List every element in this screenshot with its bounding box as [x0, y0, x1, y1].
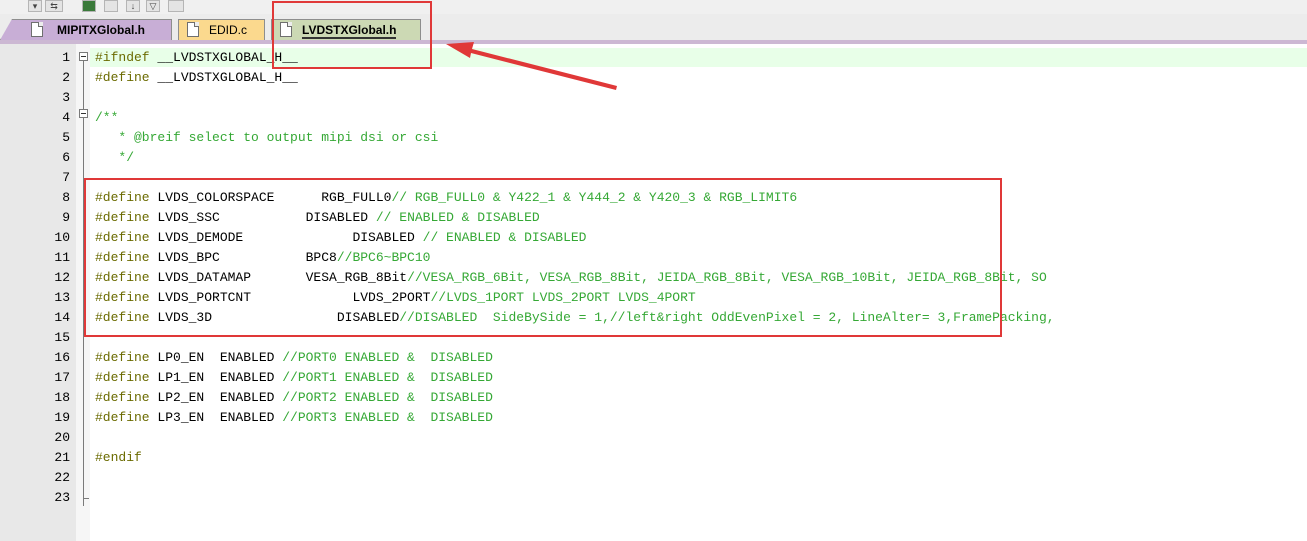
code-line[interactable]: 3 [0, 88, 1307, 107]
line-number: 16 [54, 350, 70, 365]
line-number: 21 [54, 450, 70, 465]
fold-guide [83, 118, 84, 158]
line-number: 8 [62, 190, 70, 205]
line-number: 5 [62, 130, 70, 145]
code-comment: //PORT2 ENABLED & DISABLED [282, 390, 493, 405]
code-comment: //PORT1 ENABLED & DISABLED [282, 370, 493, 385]
code-comment: //PORT0 ENABLED & DISABLED [282, 350, 493, 365]
code-token: LP1_EN ENABLED [149, 370, 283, 385]
tab-label: EDID.c [209, 23, 248, 37]
code-token: __LVDSTXGLOBAL_H__ [149, 70, 298, 85]
code-token: LP0_EN ENABLED [149, 350, 283, 365]
code-line[interactable]: 22 [0, 468, 1307, 487]
image-icon[interactable] [168, 0, 184, 12]
line-number: 2 [62, 70, 70, 85]
line-number: 4 [62, 110, 70, 125]
fold-end-mark [83, 498, 89, 499]
code-line[interactable]: 18 #define LP2_EN ENABLED //PORT2 ENABLED… [0, 388, 1307, 407]
line-number: 7 [62, 170, 70, 185]
code-directive: #define [95, 370, 150, 385]
code-line[interactable]: 17 #define LP1_EN ENABLED //PORT1 ENABLED… [0, 368, 1307, 387]
tab-highlight-box [272, 1, 432, 69]
window-icon[interactable] [104, 0, 118, 12]
line-number: 3 [62, 90, 70, 105]
line-number: 6 [62, 150, 70, 165]
line-number: 1 [62, 50, 70, 65]
dropdown-icon[interactable]: ▾ [28, 0, 42, 12]
document-icon [187, 22, 199, 37]
code-directive: #define [95, 350, 150, 365]
document-icon [31, 22, 43, 37]
code-line[interactable]: 23 [0, 488, 1307, 507]
code-text: #define LP1_EN ENABLED //PORT1 ENABLED &… [95, 368, 493, 387]
color-block-icon[interactable] [82, 0, 96, 12]
tab-edid-c[interactable]: EDID.c [178, 19, 265, 40]
line-number: 11 [54, 250, 70, 265]
line-number: 15 [54, 330, 70, 345]
code-line[interactable]: 20 [0, 428, 1307, 447]
code-text: #define LP3_EN ENABLED //PORT3 ENABLED &… [95, 408, 493, 427]
code-line[interactable]: 2 #define __LVDSTXGLOBAL_H__ [0, 68, 1307, 87]
code-highlight-box [84, 178, 1002, 337]
code-line[interactable]: 5 * @breif select to output mipi dsi or … [0, 128, 1307, 147]
code-comment: * @breif select to output mipi dsi or cs… [95, 130, 439, 145]
tab-label: MIPITXGlobal.h [57, 23, 146, 37]
code-text: #define LP2_EN ENABLED //PORT2 ENABLED &… [95, 388, 493, 407]
code-text: /** [95, 108, 118, 127]
code-line[interactable]: 4 /** [0, 108, 1307, 127]
tab-bar: MIPITXGlobal.h EDID.c LVDSTXGlobal.h [0, 14, 1307, 44]
code-directive: #ifndef [95, 50, 150, 65]
line-number: 19 [54, 410, 70, 425]
line-number: 17 [54, 370, 70, 385]
code-comment: //PORT3 ENABLED & DISABLED [282, 410, 493, 425]
filter-icon[interactable]: ▽ [146, 0, 160, 12]
code-directive: #endif [95, 450, 142, 465]
code-token: LP3_EN ENABLED [149, 410, 283, 425]
toolbar: ▾ ⇆ ↓ ▽ [0, 0, 1307, 15]
code-comment: /** [95, 110, 119, 125]
line-number: 14 [54, 310, 70, 325]
line-number: 22 [54, 470, 70, 485]
code-text: #define LP0_EN ENABLED //PORT0 ENABLED &… [95, 348, 493, 367]
code-token: LP2_EN ENABLED [149, 390, 283, 405]
down-arrow-icon[interactable]: ↓ [126, 0, 140, 12]
code-directive: #define [95, 70, 150, 85]
line-number: 18 [54, 390, 70, 405]
code-directive: #define [95, 390, 150, 405]
code-comment: */ [95, 150, 135, 165]
code-text: */ [95, 148, 134, 167]
line-number: 10 [54, 230, 70, 245]
code-line[interactable]: 6 */ [0, 148, 1307, 167]
line-number: 12 [54, 270, 70, 285]
code-text: #ifndef __LVDSTXGLOBAL_H__ [95, 48, 298, 67]
fold-toggle-icon[interactable] [79, 52, 88, 61]
code-line[interactable]: 1 #ifndef __LVDSTXGLOBAL_H__ [0, 48, 1307, 67]
code-line[interactable]: 16 #define LP0_EN ENABLED //PORT0 ENABLED… [0, 348, 1307, 367]
replace-icon[interactable]: ⇆ [45, 0, 63, 12]
line-number: 20 [54, 430, 70, 445]
code-directive: #define [95, 410, 150, 425]
tab-mipitxglobal-h[interactable]: MIPITXGlobal.h [0, 19, 172, 40]
code-line[interactable]: 19 #define LP3_EN ENABLED //PORT3 ENABLED… [0, 408, 1307, 427]
line-number: 23 [54, 490, 70, 505]
code-line[interactable]: 21 #endif [0, 448, 1307, 467]
code-text: #endif [95, 448, 142, 467]
code-text: #define __LVDSTXGLOBAL_H__ [95, 68, 298, 87]
line-number: 13 [54, 290, 70, 305]
code-text: * @breif select to output mipi dsi or cs… [95, 128, 438, 147]
line-number: 9 [62, 210, 70, 225]
fold-toggle-icon[interactable] [79, 109, 88, 118]
